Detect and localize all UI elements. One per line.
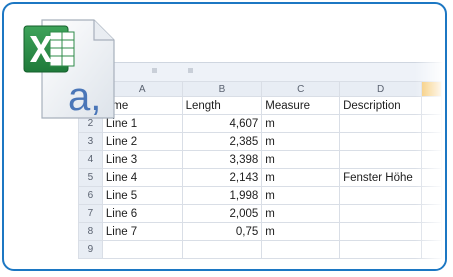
cell-length[interactable]: 2,005: [181, 204, 263, 223]
spreadsheet-grid: A B C D ame Length Measure Description 2…: [78, 81, 442, 259]
cell-description[interactable]: [339, 132, 423, 151]
cell-measure[interactable]: m: [261, 132, 341, 151]
column-header-c[interactable]: C: [261, 81, 341, 97]
table-row: 7 Line 6 2,005 m: [78, 204, 442, 223]
cell-length[interactable]: 2,143: [181, 168, 263, 187]
cell-measure[interactable]: m: [261, 150, 341, 169]
cell-description[interactable]: Fenster Höhe: [339, 168, 423, 187]
cell-description[interactable]: [339, 150, 423, 169]
column-header-b[interactable]: B: [181, 81, 263, 97]
table-row: 8 Line 7 0,75 m: [78, 222, 442, 241]
cell-measure[interactable]: m: [261, 204, 341, 223]
cell-length[interactable]: 1,998: [181, 186, 263, 205]
cell-measure[interactable]: m: [261, 186, 341, 205]
row-number[interactable]: 6: [78, 186, 103, 205]
table-row: 6 Line 5 1,998 m: [78, 186, 442, 205]
table-row: 9: [78, 240, 442, 259]
table-row: 4 Line 3 3,398 m: [78, 150, 442, 169]
cell-description[interactable]: [339, 240, 423, 259]
row-number[interactable]: 9: [78, 240, 103, 259]
cell-name[interactable]: [101, 240, 183, 259]
cell-name[interactable]: Line 2: [101, 132, 183, 151]
cell-description[interactable]: [339, 204, 423, 223]
row-number[interactable]: 4: [78, 150, 103, 169]
cell-header-length[interactable]: Length: [181, 96, 263, 115]
cell-name[interactable]: Line 6: [101, 204, 183, 223]
spreadsheet-view: A B C D ame Length Measure Description 2…: [78, 62, 442, 269]
row-number[interactable]: 3: [78, 132, 103, 151]
file-glyph: a,: [68, 75, 101, 119]
cell-name[interactable]: Line 3: [101, 150, 183, 169]
cell-name[interactable]: Line 4: [101, 168, 183, 187]
toolbar-control[interactable]: [188, 68, 193, 73]
cell-measure[interactable]: m: [261, 168, 341, 187]
cell-measure[interactable]: m: [261, 114, 341, 133]
column-header-row: A B C D: [78, 81, 442, 97]
cell-length[interactable]: 3,398: [181, 150, 263, 169]
cell-measure[interactable]: [261, 240, 341, 259]
cell-header-description[interactable]: Description: [339, 96, 423, 115]
cell-length[interactable]: 0,75: [181, 222, 263, 241]
cell-length[interactable]: [181, 240, 263, 259]
cell-length[interactable]: 2,385: [181, 132, 263, 151]
toolbar-control[interactable]: [152, 68, 157, 73]
row-number[interactable]: 5: [78, 168, 103, 187]
cell-header-measure[interactable]: Measure: [261, 96, 341, 115]
cell-description[interactable]: [339, 186, 423, 205]
illustration-card: A B C D ame Length Measure Description 2…: [2, 2, 447, 271]
table-row: 5 Line 4 2,143 m Fenster Höhe: [78, 168, 442, 187]
table-row-header: ame Length Measure Description: [78, 96, 442, 115]
cell-name[interactable]: Line 5: [101, 186, 183, 205]
row-number[interactable]: 7: [78, 204, 103, 223]
table-row: 2 Line 1 4,607 m: [78, 114, 442, 133]
sheet-toolbar: [78, 63, 442, 82]
row-number[interactable]: 8: [78, 222, 103, 241]
cell-length[interactable]: 4,607: [181, 114, 263, 133]
excel-file-icon: a,: [23, 19, 115, 119]
cell-measure[interactable]: m: [261, 222, 341, 241]
cell-description[interactable]: [339, 114, 423, 133]
column-header-d[interactable]: D: [339, 81, 423, 97]
fade-overlay: [415, 62, 445, 268]
table-row: 3 Line 2 2,385 m: [78, 132, 442, 151]
cell-description[interactable]: [339, 222, 423, 241]
cell-name[interactable]: Line 7: [101, 222, 183, 241]
